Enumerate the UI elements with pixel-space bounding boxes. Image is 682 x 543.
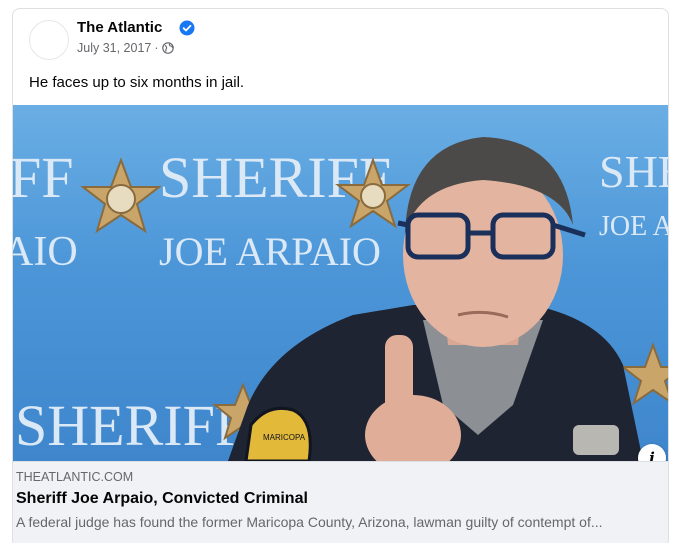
backdrop-fragment-ff: FF <box>13 145 74 210</box>
post-text: He faces up to six months in jail. <box>29 74 245 91</box>
page-name-link[interactable]: The Atlantic <box>77 19 162 36</box>
post-date-link[interactable]: July 31, 2017 <box>77 41 151 55</box>
backdrop-fragment-joe-arp: JOE ARP <box>599 211 669 242</box>
post-photo[interactable]: FF AIO SHERIFF JOE ARPAIO SHERIFF SHER J… <box>13 105 669 461</box>
backdrop-sheriff-text-lower: SHERIFF <box>15 393 247 458</box>
meta-separator: · <box>154 41 159 55</box>
link-title[interactable]: Sheriff Joe Arpaio, Convicted Criminal <box>16 490 308 508</box>
backdrop-fragment-aio: AIO <box>13 229 78 275</box>
page-avatar[interactable] <box>29 20 69 60</box>
backdrop-name-text: JOE ARPAIO <box>159 229 381 274</box>
backdrop-fragment-sher: SHER <box>599 146 669 197</box>
shoulder-insignia-shape <box>573 425 619 455</box>
post-meta: July 31, 2017 · <box>77 41 174 55</box>
photo-illustration: FF AIO SHERIFF JOE ARPAIO SHERIFF SHER J… <box>13 137 669 461</box>
globe-icon[interactable] <box>161 42 174 54</box>
post-header: The Atlantic July 31, 2017 · <box>29 19 629 67</box>
link-preview[interactable]: THEATLANTIC.COM Sheriff Joe Arpaio, Conv… <box>13 461 668 543</box>
patch-text: MARICOPA <box>263 433 306 442</box>
post-card: The Atlantic July 31, 2017 · He faces up… <box>12 8 669 543</box>
star-badge-icon <box>620 342 668 406</box>
verified-badge-icon <box>179 20 195 36</box>
star-badge-icon <box>80 157 162 234</box>
backdrop-sheriff-text: SHERIFF <box>159 145 391 210</box>
link-domain: THEATLANTIC.COM <box>16 470 134 484</box>
link-description: A federal judge has found the former Mar… <box>16 514 603 530</box>
